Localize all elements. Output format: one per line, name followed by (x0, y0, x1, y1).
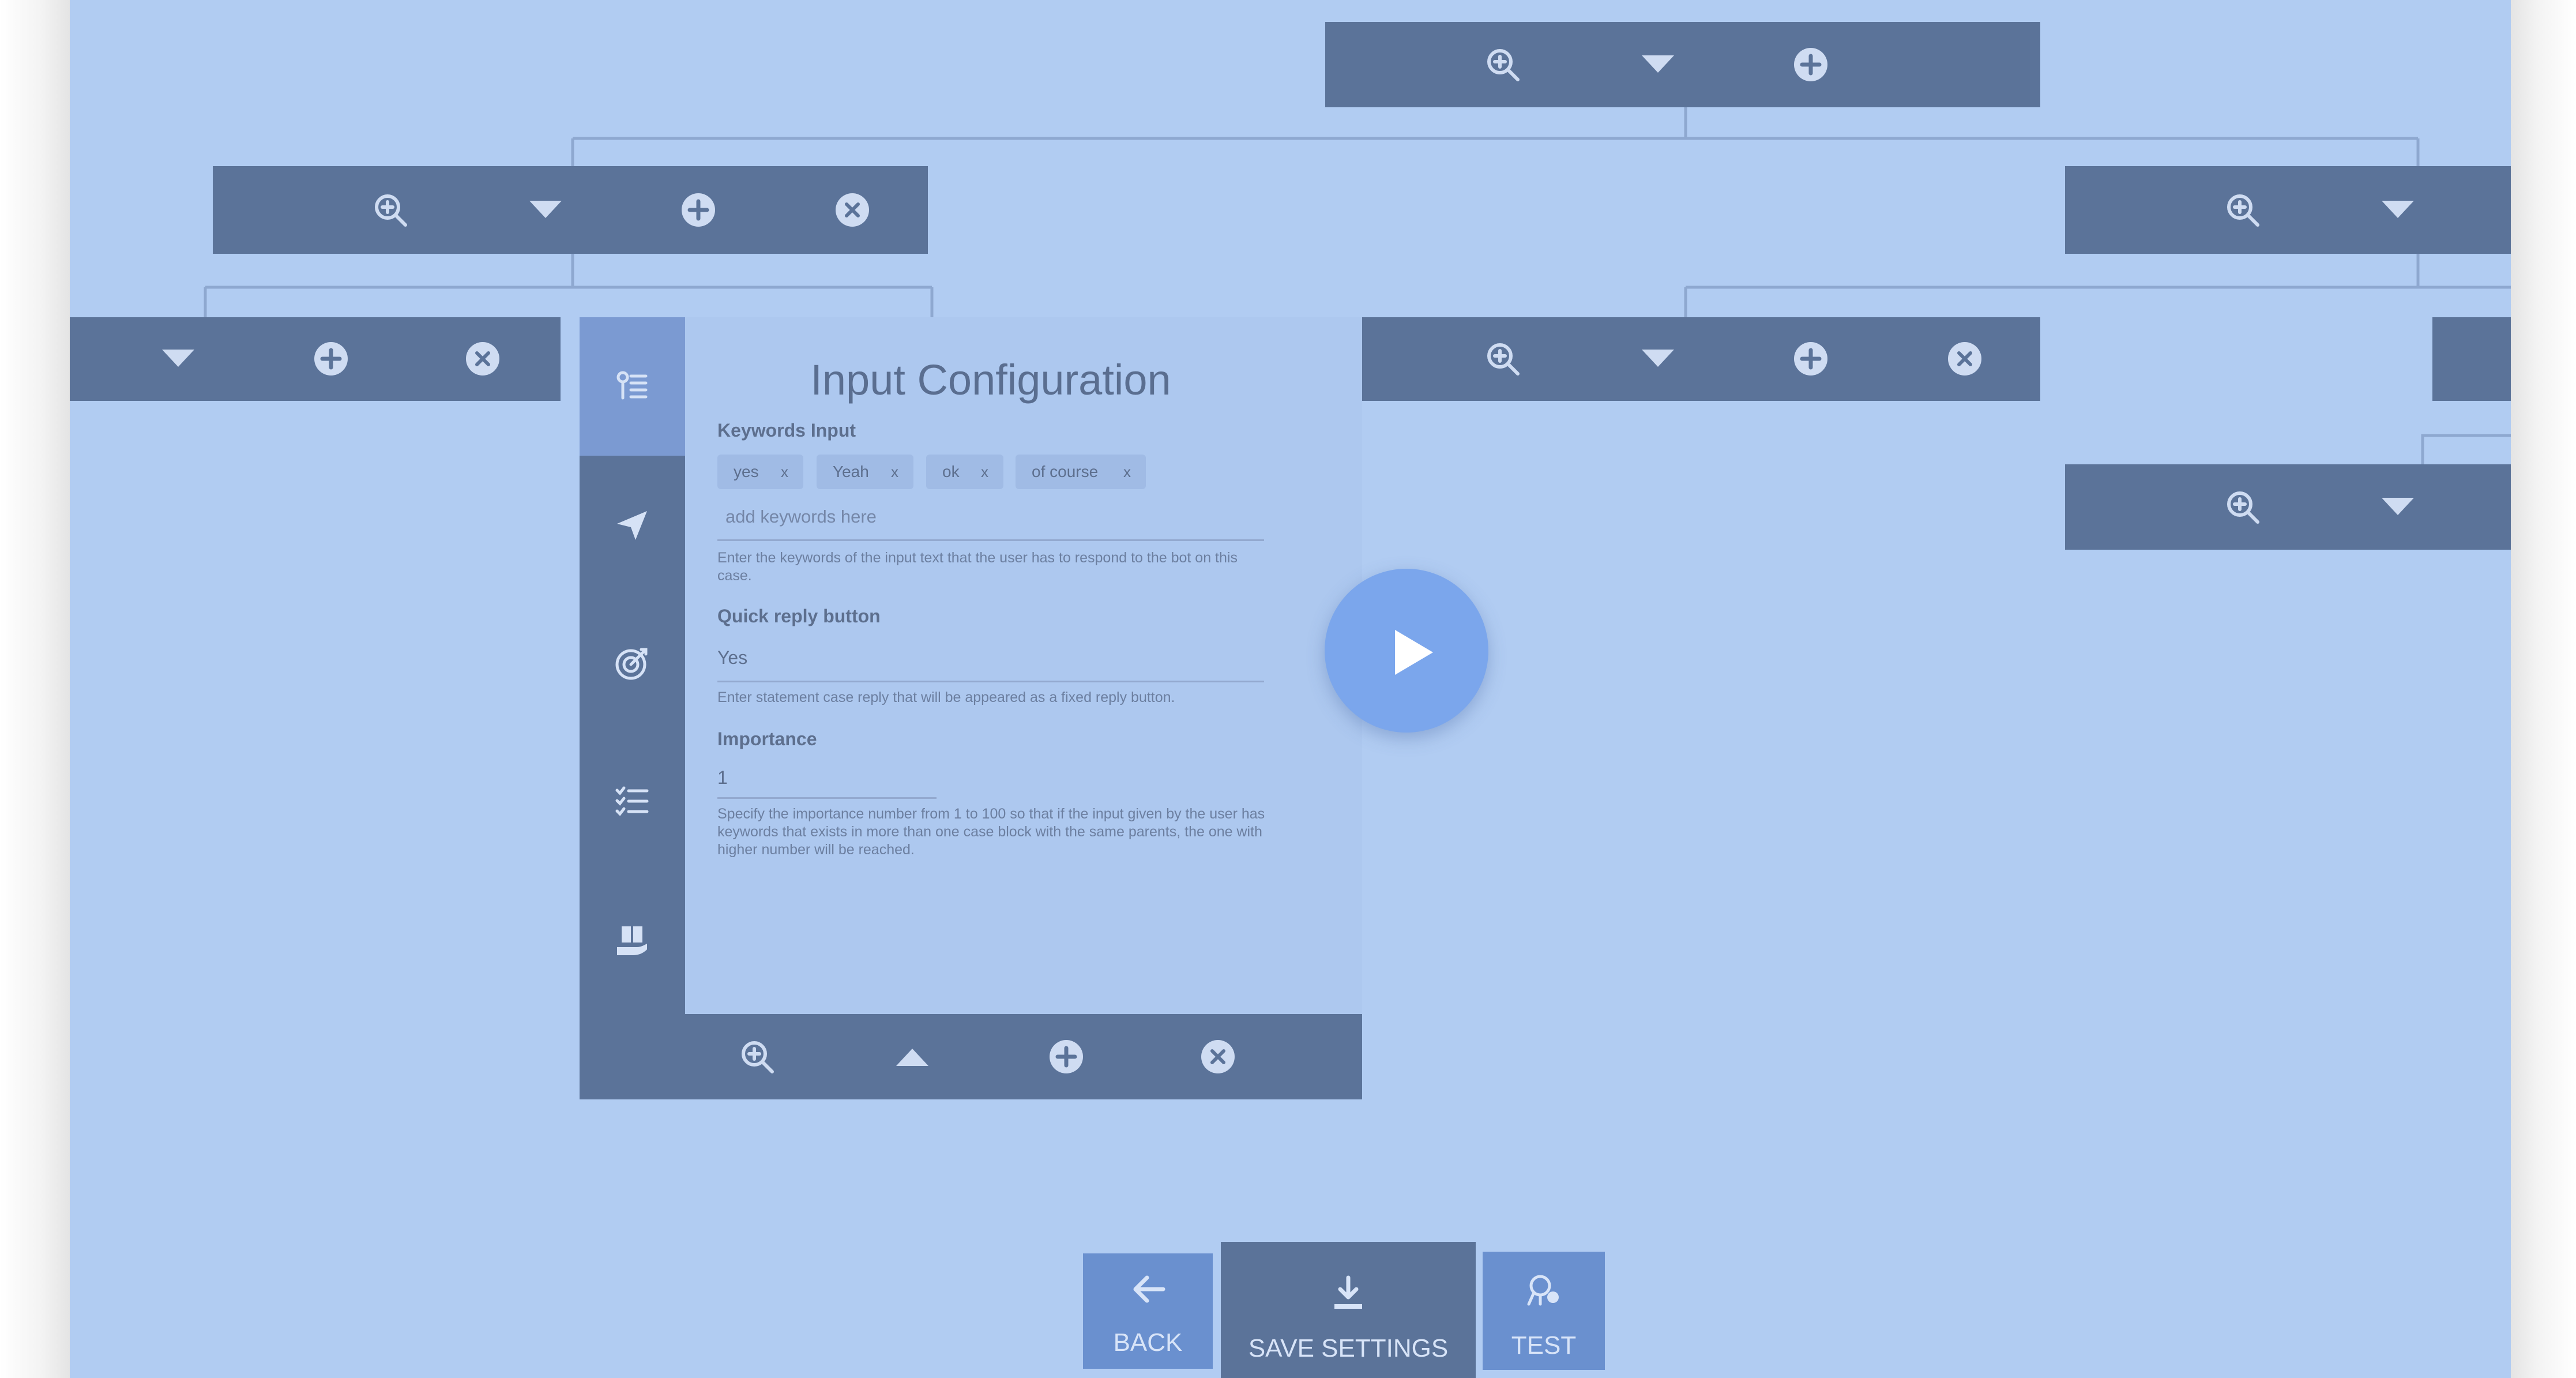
importance-help-text: Specify the importance number from 1 to … (717, 806, 1265, 858)
keywords-input[interactable]: add keywords here (725, 506, 877, 527)
page-title: Input Configuration (810, 356, 1171, 404)
target-icon (614, 645, 650, 682)
test-robot-icon (1525, 1271, 1562, 1308)
send-icon (614, 506, 650, 543)
back-button-label: BACK (1113, 1328, 1183, 1357)
chip-remove-icon[interactable]: x (1123, 455, 1131, 489)
flow-node-level3-right[interactable] (2065, 464, 2511, 550)
flow-node-level2-middle[interactable] (1325, 317, 2040, 401)
flow-node-level2-left[interactable] (70, 317, 561, 401)
flow-node-root[interactable] (1325, 22, 2040, 107)
keyword-chip-text: of course (1032, 463, 1099, 480)
test-button-label: TEST (1511, 1331, 1577, 1360)
tab-input-config[interactable] (580, 317, 685, 456)
test-button[interactable]: TEST (1483, 1252, 1605, 1370)
download-icon (1330, 1275, 1367, 1312)
page-shadow-left (0, 0, 70, 1378)
keyword-chip: ok x (926, 455, 1003, 489)
keywords-input-underline (717, 539, 1264, 541)
importance-input[interactable]: 1 (717, 767, 728, 788)
close-circle-icon[interactable] (1946, 340, 1983, 377)
flow-node-level1-right[interactable] (2065, 166, 2511, 254)
close-circle-icon[interactable] (464, 340, 501, 377)
zoom-in-icon[interactable] (1484, 46, 1521, 83)
quick-reply-input[interactable]: Yes (717, 647, 747, 669)
quick-reply-help-text: Enter statement case reply that will be … (717, 689, 1175, 705)
keywords-help-text: Enter the keywords of the input text tha… (717, 550, 1238, 584)
zoom-in-icon[interactable] (372, 192, 409, 228)
book-hand-icon (614, 922, 650, 959)
importance-underline (717, 797, 937, 799)
flow-node-config-footer[interactable] (580, 1014, 1362, 1099)
save-settings-label: SAVE SETTINGS (1248, 1334, 1449, 1362)
caret-up-icon[interactable] (894, 1038, 931, 1075)
chip-remove-icon[interactable]: x (891, 455, 898, 489)
plus-circle-icon[interactable] (680, 192, 717, 228)
importance-label: Importance (717, 729, 817, 749)
keyword-chip: yes x (717, 455, 803, 489)
flow-node-level2-right[interactable] (2432, 317, 2511, 401)
plus-circle-icon[interactable] (1048, 1038, 1085, 1075)
zoom-in-icon[interactable] (739, 1038, 776, 1075)
page-shadow-right (2511, 0, 2576, 1378)
caret-down-icon[interactable] (160, 340, 197, 377)
close-circle-icon[interactable] (834, 192, 871, 228)
plus-circle-icon[interactable] (313, 340, 349, 377)
checklist-icon (614, 783, 650, 820)
chip-remove-icon[interactable]: x (781, 455, 788, 489)
caret-down-icon[interactable] (2379, 192, 2416, 228)
plus-circle-icon[interactable] (1792, 46, 1829, 83)
tab-checklist[interactable] (580, 733, 685, 871)
keyword-chip-text: Yeah (833, 463, 869, 480)
tab-send[interactable] (580, 456, 685, 594)
close-circle-icon[interactable] (1199, 1038, 1236, 1075)
quick-reply-label: Quick reply button (717, 606, 881, 626)
tab-target[interactable] (580, 594, 685, 733)
caret-down-icon[interactable] (1639, 46, 1676, 83)
save-settings-button[interactable]: SAVE SETTINGS (1221, 1242, 1476, 1378)
zoom-in-icon[interactable] (2224, 192, 2261, 228)
play-icon (1395, 630, 1433, 675)
caret-down-icon[interactable] (2379, 489, 2416, 525)
keyword-chip: Yeah x (817, 455, 913, 489)
arrow-left-icon (1130, 1271, 1167, 1308)
keyword-chip-text: ok (942, 463, 960, 480)
config-side-tabs (580, 317, 685, 1014)
flow-node-level1-left[interactable] (213, 166, 928, 254)
input-config-icon (614, 368, 650, 405)
flow-canvas[interactable]: Input Configuration Keywords Input yes x… (70, 0, 2511, 1378)
back-button[interactable]: BACK (1083, 1253, 1213, 1369)
keyword-chip-text: yes (734, 463, 759, 480)
zoom-in-icon[interactable] (1484, 340, 1521, 377)
input-config-panel: Input Configuration Keywords Input yes x… (685, 317, 1362, 1014)
tab-book[interactable] (580, 871, 685, 1009)
caret-down-icon[interactable] (1639, 340, 1676, 377)
keyword-chip: of course x (1016, 455, 1146, 489)
plus-circle-icon[interactable] (1792, 340, 1829, 377)
zoom-in-icon[interactable] (2224, 489, 2261, 525)
keywords-label: Keywords Input (717, 420, 856, 441)
play-video-button[interactable] (1325, 569, 1488, 733)
quick-reply-underline (717, 681, 1264, 682)
chip-remove-icon[interactable]: x (981, 455, 988, 489)
caret-down-icon[interactable] (527, 192, 564, 228)
